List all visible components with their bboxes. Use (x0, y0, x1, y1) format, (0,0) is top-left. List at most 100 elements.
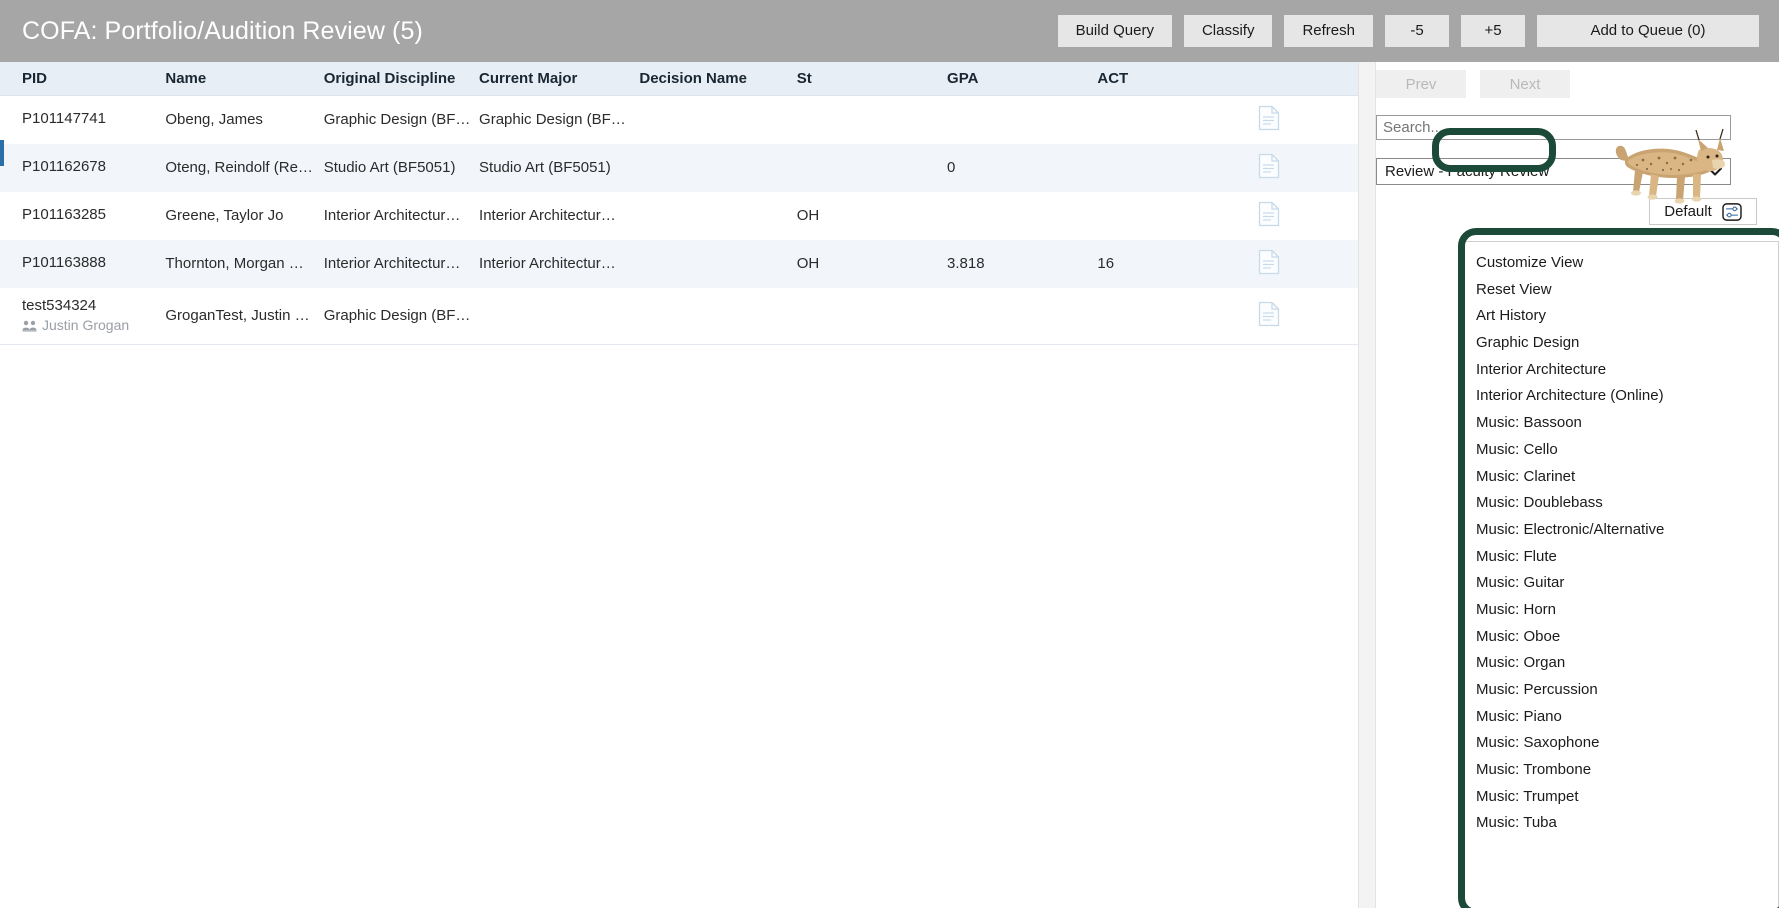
cell-pid[interactable]: P101162678 (0, 143, 166, 192)
view-menu-item-16[interactable]: Music: Percussion (1462, 677, 1778, 704)
cell-gpa[interactable]: 0 (947, 143, 1098, 192)
cell-original-discipline[interactable]: Studio Art (BF5051) (323, 143, 480, 192)
column-header-gpa[interactable]: GPA (947, 62, 1098, 96)
cell-current-major[interactable]: Interior Architectur… (479, 192, 639, 240)
column-header-original-discipline[interactable]: Original Discipline (323, 62, 480, 96)
view-menu-item-17[interactable]: Music: Piano (1462, 704, 1778, 731)
view-menu-item-13[interactable]: Music: Horn (1462, 597, 1778, 624)
cell-pid-value: P101163888 (22, 254, 106, 272)
cell-name[interactable]: Greene, Taylor Jo (165, 192, 323, 240)
column-header-st[interactable]: St (796, 62, 948, 96)
records-table: PID Name Original Discipline Current Maj… (0, 62, 1358, 345)
plus-five-button[interactable]: +5 (1461, 15, 1525, 47)
next-button[interactable]: Next (1480, 70, 1570, 98)
cell-original-discipline[interactable]: Graphic Design (BF… (324, 96, 479, 144)
cell-document[interactable] (1257, 287, 1358, 345)
view-menu-item-15[interactable]: Music: Organ (1462, 650, 1778, 677)
cell-pid[interactable]: P101147741 (0, 96, 165, 144)
cell-st[interactable] (797, 96, 947, 144)
column-header-pid[interactable]: PID (0, 62, 166, 96)
document-icon[interactable] (1258, 301, 1280, 327)
view-menu-item-2[interactable]: Art History (1462, 303, 1778, 330)
cell-st[interactable]: OH (796, 239, 948, 288)
cell-gpa[interactable] (947, 192, 1097, 240)
cell-act[interactable]: 16 (1097, 239, 1258, 288)
cell-decision-name[interactable] (639, 96, 796, 144)
view-menu-item-10[interactable]: Music: Electronic/Alternative (1462, 517, 1778, 544)
review-select[interactable]: Review - Faculty Review (1376, 158, 1731, 185)
default-view-button[interactable]: Default (1649, 198, 1757, 225)
table-row[interactable]: P101162678 Oteng, Reindolf (Re… Studio Art… (0, 143, 1358, 192)
cell-current-major[interactable]: Interior Architectur… (479, 239, 640, 288)
view-menu-item-9[interactable]: Music: Doublebass (1462, 490, 1778, 517)
view-menu-item-14[interactable]: Music: Oboe (1462, 624, 1778, 651)
column-header-decision-name[interactable]: Decision Name (639, 62, 797, 96)
minus-five-button[interactable]: -5 (1385, 15, 1449, 47)
cell-decision-name[interactable] (639, 287, 797, 345)
column-header-act[interactable]: ACT (1097, 62, 1258, 96)
view-menu-item-3[interactable]: Graphic Design (1462, 330, 1778, 357)
cell-pid[interactable]: test534324 Justin Grogan (0, 287, 166, 345)
cell-st[interactable] (796, 287, 948, 345)
view-menu-item-21[interactable]: Music: Tuba (1462, 810, 1778, 837)
cell-document[interactable] (1257, 239, 1358, 288)
cell-act[interactable] (1097, 96, 1257, 144)
view-menu-item-1[interactable]: Reset View (1462, 277, 1778, 304)
document-icon[interactable] (1258, 105, 1280, 131)
cell-current-major[interactable]: Graphic Design (BF… (479, 96, 639, 144)
table-row[interactable]: P101147741 Obeng, James Graphic Design (BF… (0, 96, 1358, 144)
cell-name[interactable]: Thornton, Morgan … (165, 239, 324, 288)
view-dropdown-menu[interactable]: Customize View Reset View Art History Graph… (1461, 241, 1779, 908)
cell-gpa[interactable] (947, 96, 1097, 144)
cell-document[interactable] (1258, 192, 1358, 240)
view-menu-item-5[interactable]: Interior Architecture (Online) (1462, 383, 1778, 410)
table-row[interactable]: P101163888 Thornton, Morgan … Interior Arc… (0, 239, 1358, 288)
view-menu-item-0[interactable]: Customize View (1462, 250, 1778, 277)
cell-current-major[interactable] (479, 287, 640, 345)
table-row[interactable]: P101163285 Greene, Taylor Jo Interior Arch… (0, 192, 1358, 240)
cell-original-discipline[interactable]: Graphic Design (BF… (323, 287, 480, 345)
view-menu-item-12[interactable]: Music: Guitar (1462, 570, 1778, 597)
document-icon[interactable] (1258, 201, 1280, 227)
view-menu-item-7[interactable]: Music: Cello (1462, 437, 1778, 464)
add-to-queue-button[interactable]: Add to Queue (0) (1537, 15, 1759, 47)
build-query-button[interactable]: Build Query (1057, 15, 1172, 47)
view-menu-item-19[interactable]: Music: Trombone (1462, 757, 1778, 784)
panel-divider[interactable] (1358, 62, 1376, 908)
search-input[interactable] (1376, 115, 1731, 140)
cell-decision-name[interactable] (639, 239, 797, 288)
cell-name[interactable]: Oteng, Reindolf (Re… (165, 143, 324, 192)
cell-decision-name[interactable] (639, 143, 797, 192)
cell-pid[interactable]: P101163888 (0, 239, 166, 288)
view-menu-item-4[interactable]: Interior Architecture (1462, 357, 1778, 384)
column-header-name[interactable]: Name (165, 62, 324, 96)
document-icon[interactable] (1258, 153, 1280, 179)
classify-button[interactable]: Classify (1183, 15, 1273, 47)
view-menu-item-20[interactable]: Music: Trumpet (1462, 784, 1778, 811)
cell-document[interactable] (1258, 96, 1358, 144)
cell-gpa[interactable]: 3.818 (947, 239, 1098, 288)
cell-original-discipline[interactable]: Interior Architectur… (324, 192, 479, 240)
cell-act[interactable] (1097, 192, 1257, 240)
view-menu-item-8[interactable]: Music: Clarinet (1462, 464, 1778, 491)
prev-button[interactable]: Prev (1376, 70, 1466, 98)
cell-st[interactable]: OH (797, 192, 947, 240)
cell-document[interactable] (1257, 143, 1358, 192)
cell-original-discipline[interactable]: Interior Architectur… (323, 239, 480, 288)
cell-pid[interactable]: P101163285 (0, 192, 165, 240)
cell-st[interactable] (796, 143, 948, 192)
document-icon[interactable] (1258, 249, 1280, 275)
view-menu-item-6[interactable]: Music: Bassoon (1462, 410, 1778, 437)
cell-act[interactable] (1097, 143, 1258, 192)
table-row[interactable]: test534324 Justin Grogan GroganTest, Justi… (0, 287, 1358, 345)
cell-gpa[interactable] (947, 287, 1098, 345)
cell-name[interactable]: GroganTest, Justin … (165, 287, 324, 345)
refresh-button[interactable]: Refresh (1284, 15, 1373, 47)
column-header-current-major[interactable]: Current Major (479, 62, 640, 96)
view-menu-item-11[interactable]: Music: Flute (1462, 544, 1778, 571)
cell-name[interactable]: Obeng, James (165, 96, 323, 144)
cell-current-major[interactable]: Studio Art (BF5051) (479, 143, 640, 192)
cell-decision-name[interactable] (639, 192, 796, 240)
cell-act[interactable] (1097, 287, 1258, 345)
view-menu-item-18[interactable]: Music: Saxophone (1462, 730, 1778, 757)
